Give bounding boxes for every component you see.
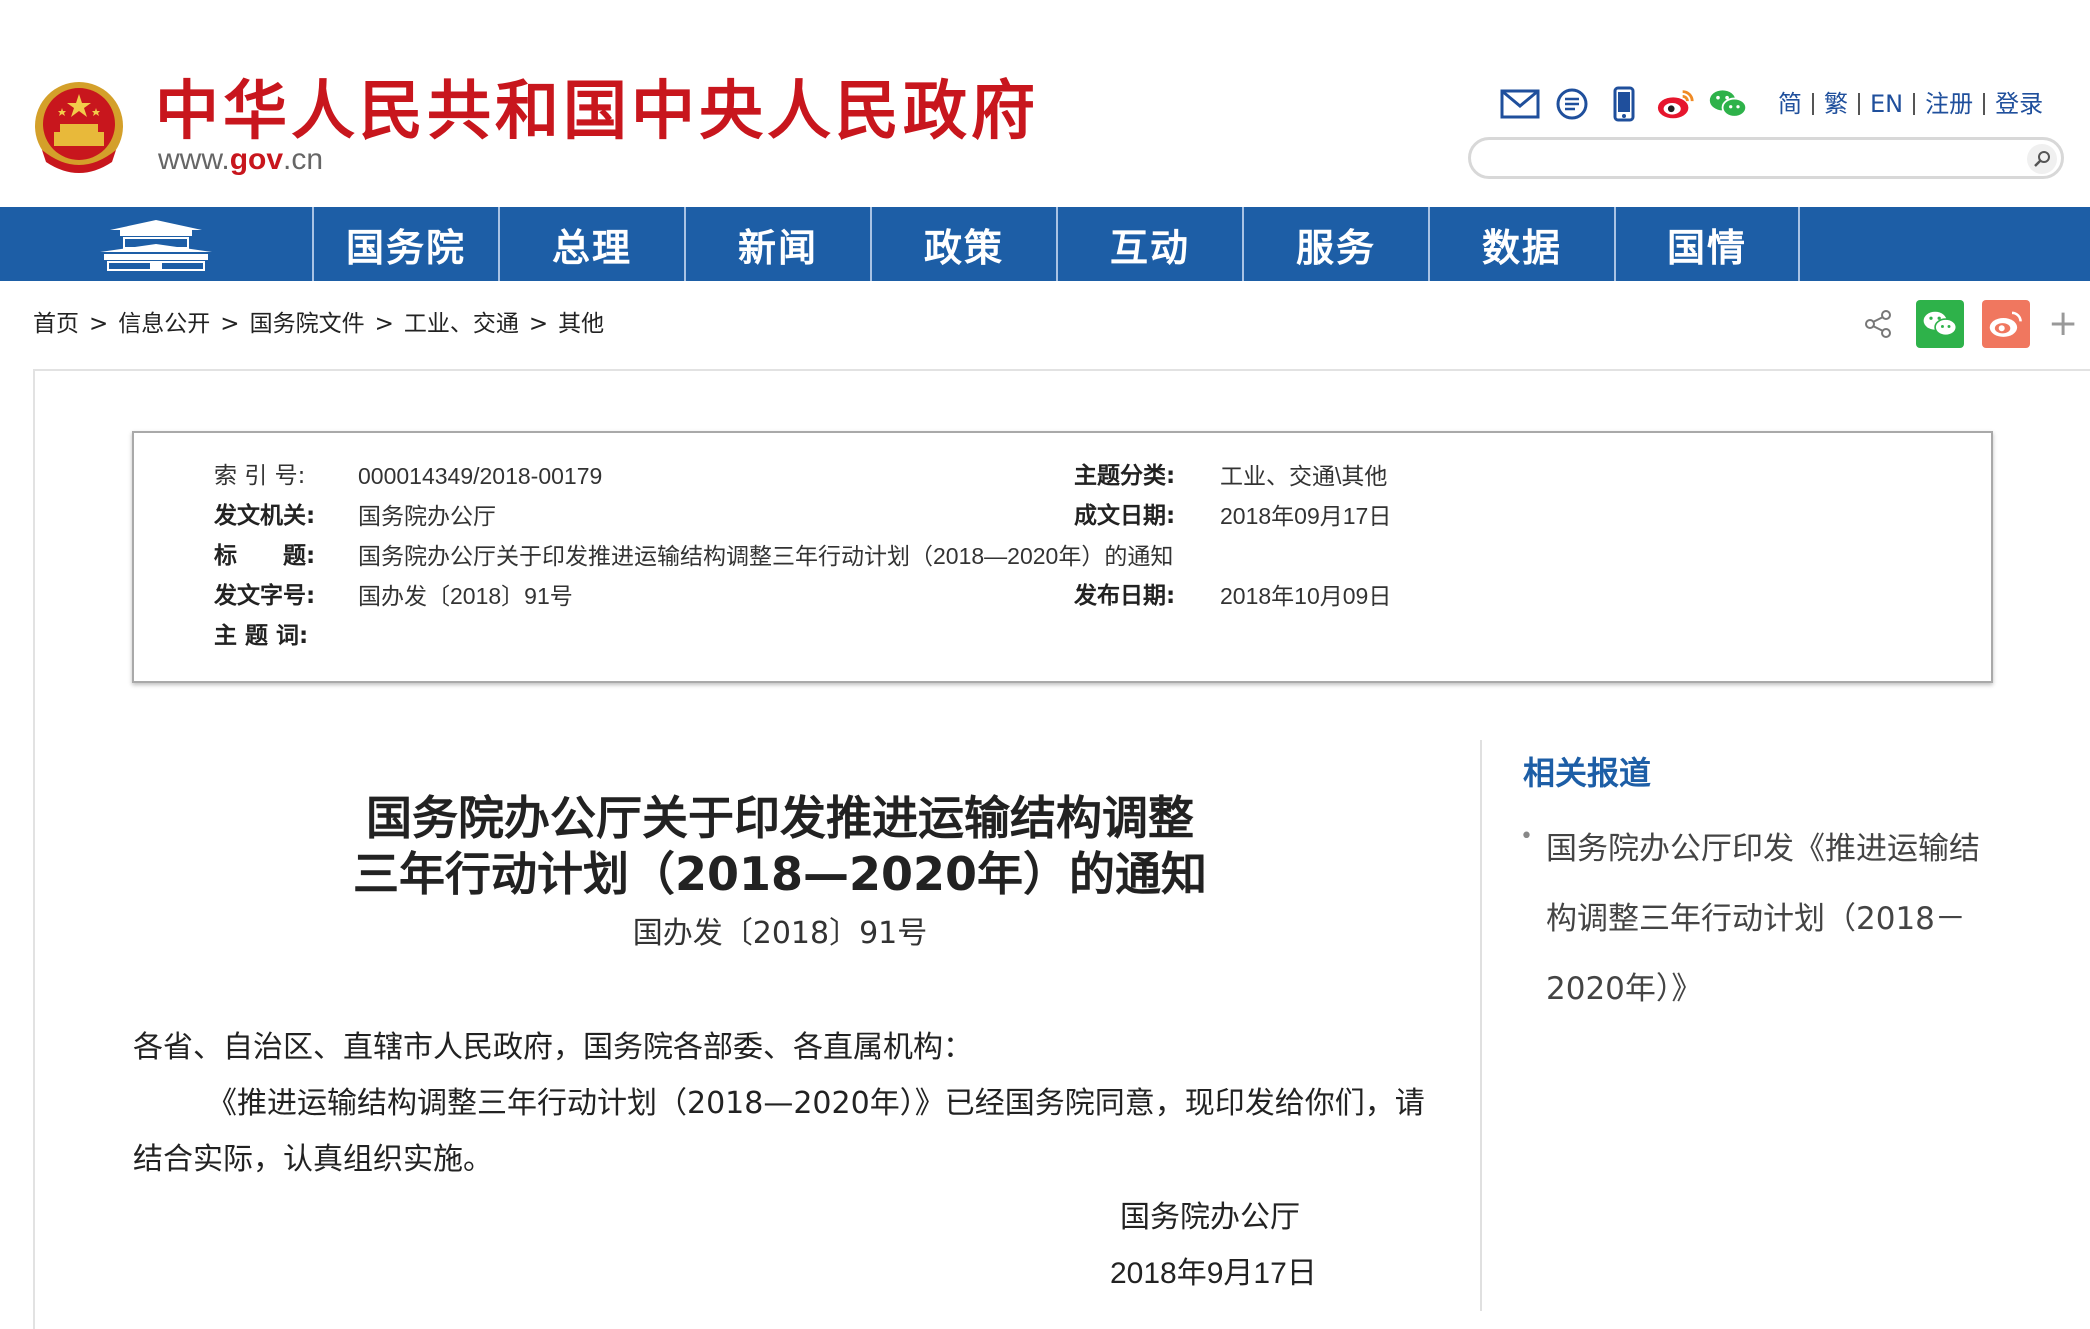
breadcrumb-separator: > (528, 311, 549, 337)
breadcrumb-separator: > (220, 311, 240, 337)
site-title[interactable]: 中华人民共和国中央人民政府 (155, 72, 1039, 152)
national-emblem-logo[interactable] (32, 80, 126, 176)
meta-docno-label: 发文字号: (214, 583, 316, 609)
breadcrumb: 首页 > 信息公开 > 国务院文件 > 工业、交通 > 其他 (33, 306, 604, 342)
breadcrumb-home[interactable]: 首页 (33, 306, 79, 342)
login-link[interactable]: 登录 (1985, 89, 2053, 119)
site-url-suffix: .cn (283, 143, 324, 176)
mail-icon[interactable] (1500, 84, 1540, 124)
breadcrumb-state-council-docs[interactable]: 国务院文件 (250, 306, 365, 342)
document-body: 各省、自治区、直辖市人民政府，国务院各部委、各直属机构： 《推进运输结构调整三年… (133, 1020, 1443, 1188)
nav-item-news[interactable]: 新闻 (684, 207, 870, 281)
nav-item-national-info[interactable]: 国情 (1614, 207, 1800, 281)
share-icon[interactable] (1858, 304, 1898, 344)
meta-docno-value: 国办发〔2018〕91号 (358, 583, 573, 609)
wechat-icon[interactable] (1708, 84, 1748, 124)
search-button[interactable] (2027, 144, 2057, 174)
nav-item-policy[interactable]: 政策 (870, 207, 1056, 281)
column-divider (1480, 740, 1482, 1311)
lang-traditional-link[interactable]: 繁 (1814, 89, 1858, 119)
signer: 国务院办公厅 (1120, 1200, 1300, 1235)
nav-items: 国务院 总理 新闻 政策 互动 服务 数据 国情 (312, 207, 1800, 281)
breadcrumb-separator: > (89, 311, 109, 337)
breadcrumb-industry-transport[interactable]: 工业、交通 (404, 306, 519, 342)
top-toolbar: 简 繁 EN 注册 登录 (1500, 82, 2053, 126)
document-title-line2: 三年行动计划（2018—2020年）的通知 (352, 847, 1208, 901)
breadcrumb-info-disclosure[interactable]: 信息公开 (118, 306, 210, 342)
meta-written-date-label: 成文日期: (1074, 503, 1176, 529)
more-share-plus-icon[interactable]: + (2048, 304, 2078, 344)
message-icon[interactable] (1552, 84, 1592, 124)
nav-item-state-council[interactable]: 国务院 (312, 207, 498, 281)
meta-published-date-label: 发布日期: (1074, 583, 1176, 609)
lang-english-link[interactable]: EN (1860, 89, 1913, 119)
document-metadata-table: 索 引 号: 000014349/2018-00179 主题分类: 工业、交通\… (132, 431, 1993, 683)
share-weibo-button[interactable] (1982, 300, 2030, 348)
search-icon (2034, 151, 2050, 167)
document-title-line1: 国务院办公厅关于印发推进运输结构调整 (366, 791, 1194, 845)
wechat-icon (1923, 311, 1958, 337)
related-report-text: 国务院办公厅印发《推进运输结构调整三年行动计划（2018－2020年）》 (1546, 831, 1980, 1007)
meta-keywords-label: 主 题 词: (214, 623, 309, 649)
meta-title-value: 国务院办公厅关于印发推进运输结构调整三年行动计划（2018—2020年）的通知 (358, 543, 1174, 569)
search-box (1468, 137, 2064, 179)
meta-issuer-label: 发文机关: (214, 503, 316, 529)
meta-issuer-value: 国务院办公厅 (358, 503, 496, 529)
share-toolbar: + (1858, 300, 2078, 348)
meta-topic-label: 主题分类: (1074, 463, 1176, 489)
site-header: 中华人民共和国中央人民政府 www.gov.cn 简 繁 EN 注册 登录 (0, 0, 2090, 207)
body-paragraph: 《推进运输结构调整三年行动计划（2018—2020年）》已经国务院同意，现印发给… (133, 1086, 1425, 1177)
language-links: 简 繁 EN 注册 登录 (1768, 89, 2053, 119)
breadcrumb-separator: > (374, 311, 394, 337)
nav-item-interaction[interactable]: 互动 (1056, 207, 1242, 281)
breadcrumb-other[interactable]: 其他 (558, 306, 604, 342)
site-url: www.gov.cn (158, 142, 323, 178)
meta-topic-value: 工业、交通\其他 (1220, 463, 1388, 489)
main-nav: 国务院 总理 新闻 政策 互动 服务 数据 国情 (0, 207, 2090, 281)
signature-date: 2018年9月17日 (1110, 1257, 1317, 1290)
lang-simplified-link[interactable]: 简 (1768, 89, 1812, 119)
register-link[interactable]: 注册 (1915, 89, 1983, 119)
search-input[interactable] (1489, 144, 1993, 176)
meta-published-date-value: 2018年10月09日 (1220, 583, 1392, 609)
meta-index-value: 000014349/2018-00179 (358, 463, 603, 489)
share-wechat-button[interactable] (1916, 300, 1964, 348)
weibo-icon (1989, 311, 2022, 337)
meta-written-date-value: 2018年09月17日 (1220, 503, 1392, 529)
nav-item-data[interactable]: 数据 (1428, 207, 1614, 281)
salutation: 各省、自治区、直辖市人民政府，国务院各部委、各直属机构： (133, 1030, 973, 1065)
document-title: 国务院办公厅关于印发推进运输结构调整 三年行动计划（2018—2020年）的通知 (260, 790, 1300, 902)
nav-home-tiananmen-icon[interactable] (0, 207, 312, 281)
site-url-prefix: www. (158, 143, 230, 176)
nav-item-premier[interactable]: 总理 (498, 207, 684, 281)
document-number: 国办发〔2018〕91号 (632, 916, 928, 951)
weibo-icon[interactable] (1656, 84, 1696, 124)
related-reports-heading: 相关报道 (1523, 754, 1652, 792)
nav-item-services[interactable]: 服务 (1242, 207, 1428, 281)
site-url-highlight: gov (229, 143, 284, 176)
related-reports-list: • 国务院办公厅印发《推进运输结构调整三年行动计划（2018－2020年）》 (1520, 814, 1980, 1024)
bullet-icon: • (1520, 824, 1533, 849)
mobile-icon[interactable] (1604, 84, 1644, 124)
related-report-link[interactable]: • 国务院办公厅印发《推进运输结构调整三年行动计划（2018－2020年）》 (1520, 814, 1980, 1024)
meta-title-label: 标 题: (214, 543, 316, 569)
meta-index-label: 索 引 号: (214, 463, 306, 489)
